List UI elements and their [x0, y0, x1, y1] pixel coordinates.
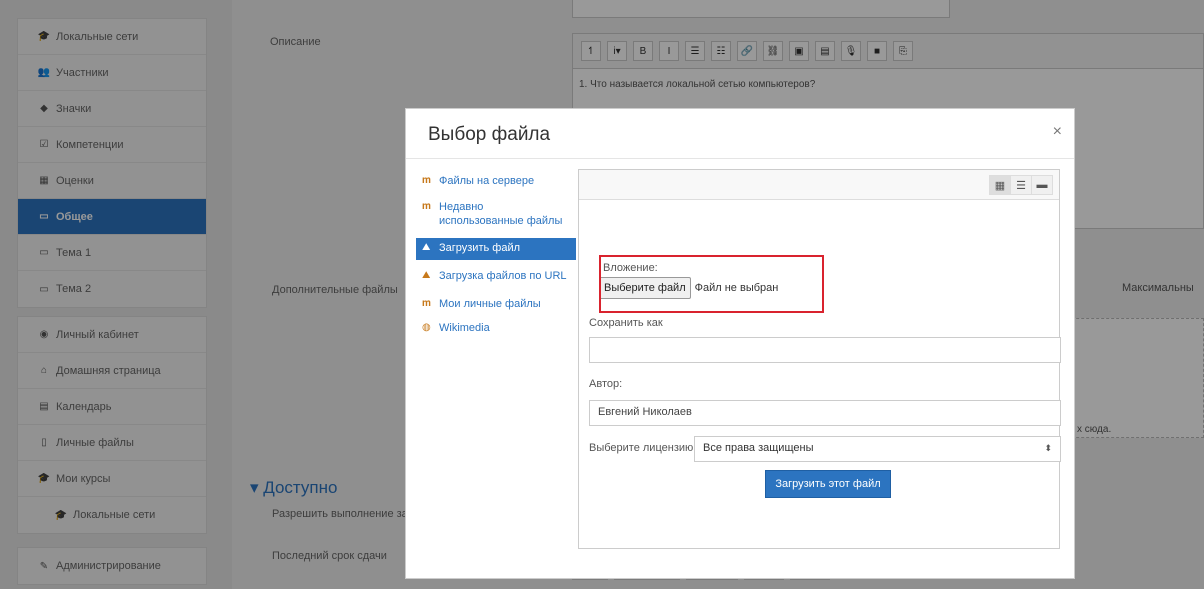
dialog-header: Выбор файла ×	[406, 109, 1074, 159]
highlight-box	[599, 255, 824, 313]
select-caret-icon: ⬍	[1044, 443, 1052, 453]
upload-file-button[interactable]: Загрузить этот файл	[765, 470, 891, 498]
view-switcher: ▦ ☰ ▬	[989, 175, 1053, 195]
repo-label: Загрузка файлов по URL	[439, 270, 567, 282]
repo-label: Мои личные файлы	[439, 297, 541, 310]
dialog-title: Выбор файла	[428, 124, 551, 145]
server-icon: 𝐦	[422, 175, 431, 186]
file-picker-dialog: Выбор файла × 𝐦 Файлы на сервере 𝐦 Недавно…	[405, 108, 1075, 579]
save-as-input[interactable]	[589, 337, 1061, 363]
upload-icon: ⛰	[422, 242, 431, 254]
tree-view-icon[interactable]: ▬	[1031, 175, 1053, 195]
file-picker-toolbar: ▦ ☰ ▬	[579, 170, 1059, 200]
close-icon[interactable]: ×	[1053, 123, 1062, 141]
license-select[interactable]: Все права защищены ⬍	[694, 436, 1061, 462]
author-input[interactable]: Евгений Николаев	[589, 400, 1061, 426]
repo-label: Загрузить файл	[439, 242, 521, 255]
repo-upload-file[interactable]: ⛰ Загрузить файл	[416, 238, 576, 260]
repo-private-files[interactable]: 𝐦 Мои личные файлы	[416, 294, 576, 316]
repo-server-files[interactable]: 𝐦 Файлы на сервере	[416, 171, 576, 193]
repo-url-download[interactable]: ⛰ Загрузка файлов по URL	[416, 266, 576, 288]
save-as-label: Сохранить как	[589, 317, 663, 329]
repo-wikimedia[interactable]: ◍ Wikimedia	[416, 318, 576, 340]
license-value: Все права защищены	[703, 442, 814, 454]
repo-label: Файлы на сервере	[439, 175, 535, 187]
recent-icon: 𝐦	[422, 200, 431, 212]
repo-recent-files[interactable]: 𝐦 Недавно использованные файлы	[416, 197, 576, 233]
repo-label: Wikimedia	[439, 321, 490, 334]
author-label: Автор:	[589, 378, 623, 390]
grid-view-icon[interactable]: ▦	[989, 175, 1011, 195]
private-files-icon: 𝐦	[422, 297, 431, 309]
repository-list: 𝐦 Файлы на сервере 𝐦 Недавно использованны…	[416, 171, 576, 339]
list-view-icon[interactable]: ☰	[1010, 175, 1032, 195]
url-download-icon: ⛰	[422, 270, 431, 281]
repo-label: Недавно использованные файлы	[439, 200, 563, 227]
wikimedia-icon: ◍	[422, 321, 431, 333]
license-label: Выберите лицензию	[589, 442, 694, 454]
upload-panel: ▦ ☰ ▬ Вложение: Выберите файл Файл не вы…	[578, 169, 1061, 549]
